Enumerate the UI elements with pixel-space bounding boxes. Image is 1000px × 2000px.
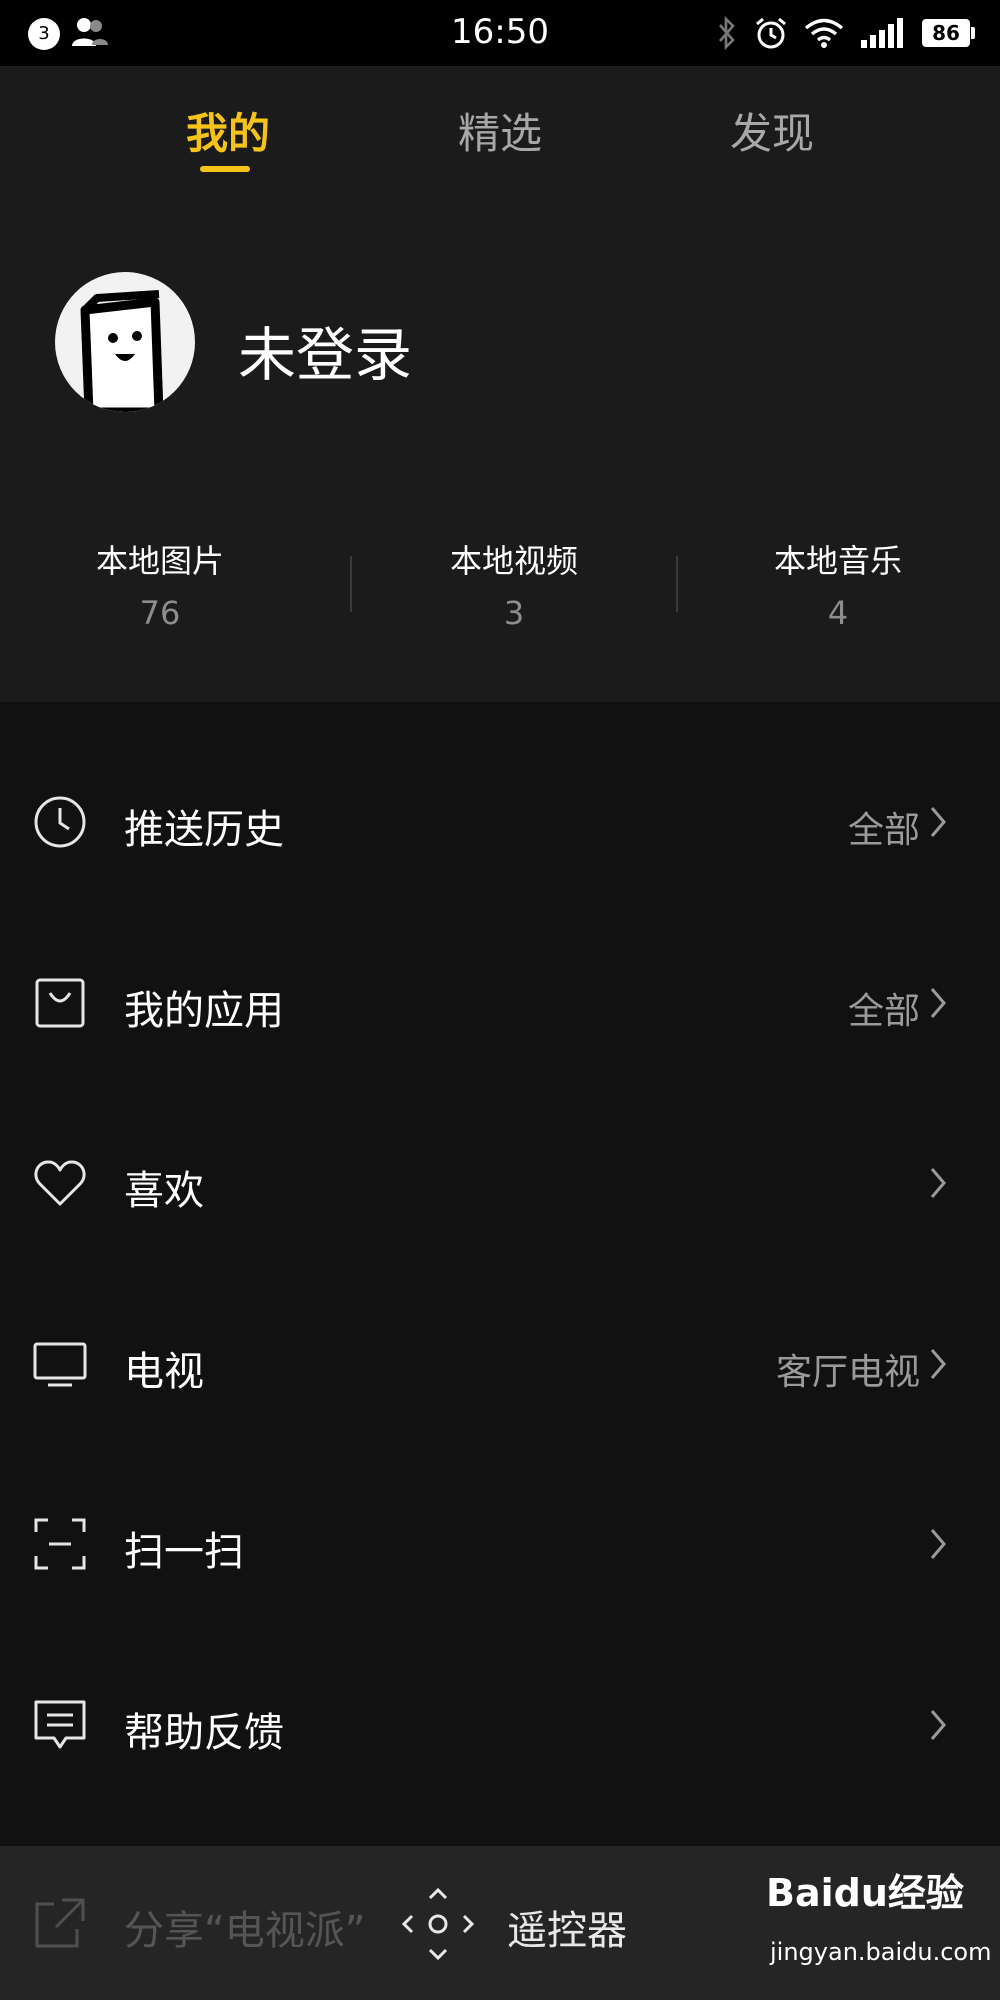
user-name[interactable]: 未登录 [238,308,412,392]
menu-item-label: 扫一扫 [124,1529,244,1575]
tv-icon [33,1342,87,1387]
remote-bar[interactable]: 分享“电视派” 遥控器 Baidu经验 jingyan.baidu.com [0,1846,1000,2000]
tab-bar: 我的 精选 发现 [0,66,1000,206]
chevron-right-icon [930,1710,946,1740]
clock-icon [34,796,86,848]
chevron-right-icon [930,1349,946,1379]
menu-item-label: 喜欢 [124,1168,204,1214]
chevron-right-icon [930,1529,946,1559]
menu-item-label: 推送历史 [124,807,284,853]
menu-item-help-feedback[interactable]: 帮助反馈 [0,1670,1000,1780]
heart-icon [34,1160,86,1206]
bag-icon [35,978,85,1028]
active-tab-indicator [200,166,250,172]
stat-divider [676,556,678,612]
mascot-avatar-icon [80,290,164,412]
menu-item-value: 全部 [847,991,920,1032]
stat-local-music[interactable]: 本地音乐 4 [708,536,968,632]
remote-label: 遥控器 [507,1908,627,1954]
tab-mine[interactable]: 我的 [186,100,270,161]
stat-value: 76 [139,594,181,632]
feedback-icon [34,1700,86,1749]
signal-icon [861,18,903,48]
menu-item-label: 电视 [124,1349,204,1395]
stat-divider [350,556,352,612]
stat-value: 4 [827,594,849,632]
chevron-right-icon [930,807,946,837]
menu-item-scan[interactable]: 扫一扫 [0,1489,1000,1599]
menu-item-tv[interactable]: 电视 客厅电视 [0,1309,1000,1419]
dpad-remote-icon [401,1887,475,1961]
share-icon [35,1898,85,1948]
chevron-right-icon [930,1168,946,1198]
status-icons: 86 [716,12,975,54]
stat-value: 3 [503,594,525,632]
baidu-watermark: Baidu经验 jingyan.baidu.com [766,1862,992,1988]
menu-item-value: 客厅电视 [775,1352,920,1393]
battery-icon: 86 [922,19,975,47]
watermark-url: jingyan.baidu.com [770,1938,992,1966]
menu-item-label: 分享“电视派” [124,1908,366,1954]
tab-featured[interactable]: 精选 [458,100,542,161]
menu-item-value: 全部 [847,810,920,851]
stat-label: 本地图片 [95,542,224,580]
menu-item-my-apps[interactable]: 我的应用 全部 [0,948,1000,1058]
menu-item-push-history[interactable]: 推送历史 全部 [0,767,1000,877]
stat-local-videos[interactable]: 本地视频 3 [384,536,644,632]
wifi-icon [804,18,844,48]
status-bar: 3 16:50 86 [0,0,1000,66]
watermark-logo: Baidu经验 [766,1871,964,1915]
alarm-icon [756,17,786,49]
scan-icon [34,1518,86,1570]
stat-local-pictures[interactable]: 本地图片 76 [30,536,290,632]
chevron-right-icon [930,988,946,1018]
menu-item-label: 我的应用 [124,988,284,1034]
tab-discover[interactable]: 发现 [730,100,814,161]
menu-item-favorites[interactable]: 喜欢 [0,1128,1000,1238]
avatar[interactable] [55,272,195,412]
stat-label: 本地视频 [449,542,578,580]
profile-header: 我的 精选 发现 未登录 本地图片 76 本地视频 3 本地音乐 4 [0,66,1000,702]
bluetooth-icon [719,16,735,50]
stat-label: 本地音乐 [773,542,902,580]
menu-item-label: 帮助反馈 [124,1710,284,1756]
